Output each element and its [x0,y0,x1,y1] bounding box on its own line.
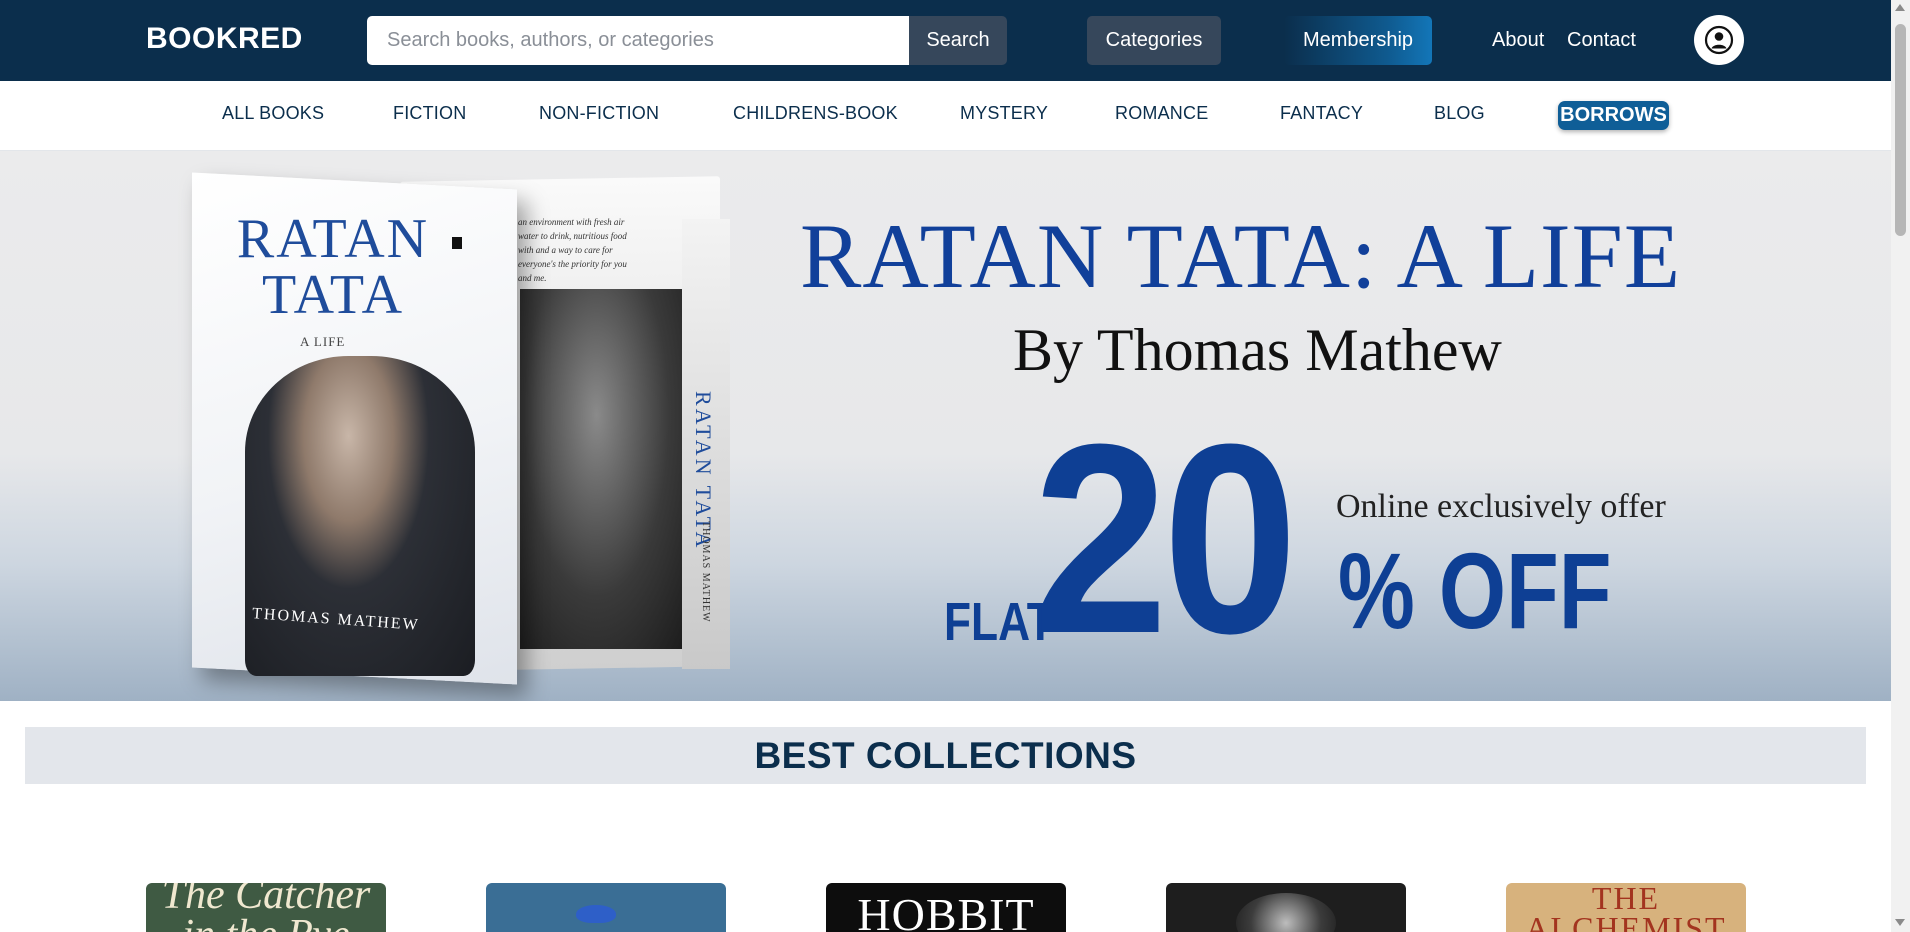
back-cover-blurb: an environment with fresh air water to d… [518,217,627,283]
hero-off-label: % OFF [1338,530,1612,651]
user-avatar-button[interactable] [1694,15,1744,65]
section-title: BEST COLLECTIONS [754,734,1137,776]
hero-discount-number: 20 [1033,389,1298,690]
search-bar: Search [367,16,1007,65]
book-cover-art [1236,893,1336,932]
nav-non-fiction[interactable]: NON-FICTION [539,103,659,124]
categories-button[interactable]: Categories [1087,16,1221,65]
search-button[interactable]: Search [909,16,1007,65]
book-card-hobbit[interactable]: HOBBIT [826,883,1066,932]
hero-byline: By Thomas Mathew [1013,317,1502,383]
book-card-catcher-in-the-rye[interactable]: The Catcher in the Rye [146,883,386,932]
book-cover-art [576,905,616,923]
user-circle-icon [1704,25,1734,55]
scroll-up-icon[interactable] [1895,4,1905,11]
nav-fiction[interactable]: FICTION [393,103,466,124]
book-cover-title: HOBBIT [857,889,1035,932]
book-cover-title: THE ALCHEMIST [1525,883,1727,932]
book-card-blue[interactable] [486,883,726,932]
nav-fantacy[interactable]: FANTACY [1280,103,1363,124]
spine-author: THOMAS MATHEW [700,521,711,623]
membership-button[interactable]: Membership [1284,16,1432,65]
best-collections-header: BEST COLLECTIONS [25,727,1866,784]
scroll-down-icon[interactable] [1895,919,1905,926]
publisher-logo-icon [452,237,462,249]
site-logo[interactable]: BOOKRED [146,22,303,56]
book-card-alchemist[interactable]: THE ALCHEMIST [1506,883,1746,932]
nav-blog[interactable]: BLOG [1434,103,1485,124]
top-header: BOOKRED Search Categories Membership Abo… [0,0,1891,81]
page-scrollbar[interactable] [1891,0,1910,932]
hero-online-offer: Online exclusively offer [1336,488,1666,525]
cover-title: RATAN TATA [236,208,430,326]
scrollbar-thumb[interactable] [1895,24,1906,236]
about-link[interactable]: About [1492,29,1544,52]
cover-subtitle: A LIFE [300,334,346,349]
contact-link[interactable]: Contact [1567,29,1636,52]
nav-all-books[interactable]: ALL BOOKS [222,103,324,124]
nav-mystery[interactable]: MYSTERY [960,103,1048,124]
book-card-dark[interactable] [1166,883,1406,932]
nav-childrens-book[interactable]: CHILDRENS-BOOK [733,103,898,124]
nav-romance[interactable]: ROMANCE [1115,103,1208,124]
book-cover-title: The Catcher in the Rye [161,883,371,932]
search-input[interactable] [367,16,909,65]
hero-banner[interactable]: an environment with fresh air water to d… [0,151,1891,701]
hero-title: RATAN TATA: A LIFE [800,205,1682,307]
nav-borrows[interactable]: BORROWS [1558,101,1669,130]
